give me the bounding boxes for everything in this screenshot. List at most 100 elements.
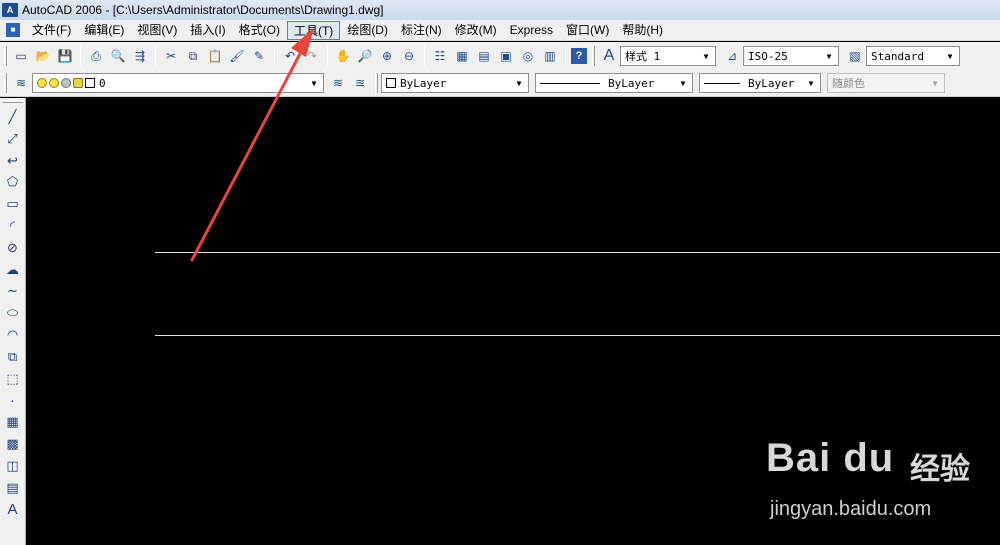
markup-icon[interactable]: ◎ — [518, 46, 538, 66]
menu-format[interactable]: 格式(O) — [233, 21, 286, 40]
paste-icon[interactable]: 📋 — [205, 46, 225, 66]
save-icon[interactable]: 💾 — [55, 46, 75, 66]
new-icon[interactable]: ▭ — [11, 46, 31, 66]
make-object-layer-current-icon[interactable]: ≋ — [328, 73, 348, 93]
polyline-icon[interactable]: ↩ — [3, 151, 23, 171]
baidu-logo: Bai du — [766, 436, 895, 480]
plot-preview-icon[interactable]: 🔍 — [108, 46, 128, 66]
region-icon[interactable]: ◫ — [3, 456, 23, 476]
spline-icon[interactable]: ∼ — [3, 281, 23, 301]
layer-viewport-freeze-icon[interactable] — [61, 78, 71, 88]
hatch-icon[interactable]: ▦ — [3, 412, 23, 432]
table-style-select[interactable]: Standard ▼ — [866, 46, 960, 66]
text-style-value: 样式 1 — [625, 50, 661, 63]
undo-icon[interactable]: ↶ — [280, 46, 300, 66]
toolbar-grip[interactable] — [2, 100, 23, 103]
menu-modify[interactable]: 修改(M) — [449, 21, 503, 40]
gradient-icon[interactable]: ▩ — [3, 434, 23, 454]
revision-cloud-icon[interactable]: ☁ — [3, 260, 23, 280]
zoom-realtime-icon[interactable]: 🔎 — [355, 46, 375, 66]
tool-palettes-icon[interactable]: ▤ — [474, 46, 494, 66]
dim-style-select[interactable]: ISO-25 ▼ — [743, 46, 839, 66]
toolbar-grip[interactable] — [4, 46, 7, 66]
chevron-down-icon[interactable]: ▼ — [822, 49, 836, 63]
chevron-down-icon[interactable]: ▼ — [676, 76, 690, 90]
chevron-down-icon[interactable]: ▼ — [804, 76, 818, 90]
menu-dimension[interactable]: 标注(N) — [395, 21, 448, 40]
menu-tools[interactable]: 工具(T) — [286, 20, 341, 40]
zoom-window-icon[interactable]: ⊕ — [377, 46, 397, 66]
circle-icon[interactable]: ⊘ — [3, 238, 23, 258]
ellipse-arc-icon[interactable]: ◠ — [3, 325, 23, 345]
cut-icon[interactable]: ✂ — [161, 46, 181, 66]
chevron-down-icon: ▼ — [932, 78, 938, 88]
chevron-down-icon[interactable]: ▼ — [307, 76, 321, 90]
toolbar-grip[interactable] — [4, 73, 7, 93]
redo-icon[interactable]: ↷ — [302, 46, 322, 66]
sheet-set-icon[interactable]: ▣ — [496, 46, 516, 66]
arc-icon[interactable]: ◜ — [3, 216, 23, 236]
dim-style-icon: ⊿ — [726, 49, 738, 63]
properties-icon[interactable]: ☷ — [430, 46, 450, 66]
pan-icon[interactable]: ✋ — [333, 46, 353, 66]
layer-freeze-icon[interactable] — [49, 78, 59, 88]
help-icon[interactable]: ? — [571, 48, 587, 64]
plot-style-value: 随颜色 — [832, 77, 865, 90]
rectangle-icon[interactable]: ▭ — [3, 194, 23, 214]
layer-color-swatch[interactable] — [85, 78, 95, 88]
open-icon[interactable]: 📂 — [33, 46, 53, 66]
autocad-app-icon[interactable]: A — [2, 3, 18, 17]
zoom-previous-icon[interactable]: ⊖ — [399, 46, 419, 66]
text-style-select[interactable]: 样式 1 ▼ — [620, 46, 716, 66]
lineweight-control-select[interactable]: ByLayer ▼ — [699, 73, 821, 93]
linetype-control-select[interactable]: ByLayer ▼ — [535, 73, 693, 93]
toolbar-grip[interactable] — [375, 73, 378, 93]
color-control-select[interactable]: ByLayer ▼ — [381, 73, 529, 93]
publish-icon[interactable]: ⇶ — [130, 46, 150, 66]
drawn-line-top[interactable] — [155, 252, 1000, 253]
construction-line-icon[interactable]: ⤢ — [3, 129, 23, 149]
multiline-text-icon[interactable]: A — [3, 499, 23, 519]
menu-draw[interactable]: 绘图(D) — [341, 21, 394, 40]
menu-file[interactable]: 文件(F) — [26, 21, 77, 40]
toolbar-grip[interactable] — [592, 46, 595, 66]
plot-icon[interactable]: ⎙ — [86, 46, 106, 66]
menu-view[interactable]: 视图(V) — [131, 21, 183, 40]
document-icon[interactable]: ■ — [6, 23, 20, 37]
menu-express[interactable]: Express — [504, 21, 559, 40]
design-center-icon[interactable]: ▦ — [452, 46, 472, 66]
insert-block-icon[interactable]: ⧉ — [3, 347, 23, 367]
toolbar-separator — [155, 46, 156, 66]
layer-previous-icon[interactable]: ≊ — [350, 73, 370, 93]
point-icon[interactable]: · — [3, 390, 23, 410]
chevron-down-icon[interactable]: ▼ — [699, 49, 713, 63]
linetype-sample — [540, 82, 600, 84]
baidu-jingyan-watermark: Bai du 经验 jingyan.baidu.com — [766, 436, 976, 536]
toolbar-separator — [274, 46, 275, 66]
chevron-down-icon[interactable]: ▼ — [512, 76, 526, 90]
polygon-icon[interactable]: ⬠ — [3, 172, 23, 192]
watermark-url: jingyan.baidu.com — [770, 498, 932, 520]
match-properties-icon[interactable]: 🖌 — [227, 46, 247, 66]
menu-window[interactable]: 窗口(W) — [560, 21, 615, 40]
menu-help[interactable]: 帮助(H) — [616, 21, 669, 40]
menu-bar: ■ 文件(F) 编辑(E) 视图(V) 插入(I) 格式(O) 工具(T) 绘图… — [0, 20, 1000, 41]
line-icon[interactable]: ╱ — [3, 107, 23, 127]
menu-edit[interactable]: 编辑(E) — [78, 21, 130, 40]
layer-manager-icon[interactable]: ≋ — [11, 73, 31, 93]
block-editor-icon[interactable]: ✎ — [249, 46, 269, 66]
drawn-line-bottom[interactable] — [155, 335, 1000, 336]
layer-select[interactable]: 0 ▼ — [32, 73, 324, 93]
color-value: ByLayer — [400, 76, 447, 90]
toolbar-separator — [80, 46, 81, 66]
make-block-icon[interactable]: ⬚ — [3, 369, 23, 389]
chevron-down-icon[interactable]: ▼ — [943, 49, 957, 63]
menu-insert[interactable]: 插入(I) — [184, 21, 231, 40]
plot-style-control-select: 随颜色 ▼ — [827, 73, 945, 93]
table-icon[interactable]: ▤ — [3, 478, 23, 498]
calculator-icon[interactable]: ▥ — [540, 46, 560, 66]
ellipse-icon[interactable]: ⬭ — [3, 303, 23, 323]
layer-on-icon[interactable] — [37, 78, 47, 88]
copy-icon[interactable]: ⧉ — [183, 46, 203, 66]
layer-lock-icon[interactable] — [73, 78, 83, 88]
